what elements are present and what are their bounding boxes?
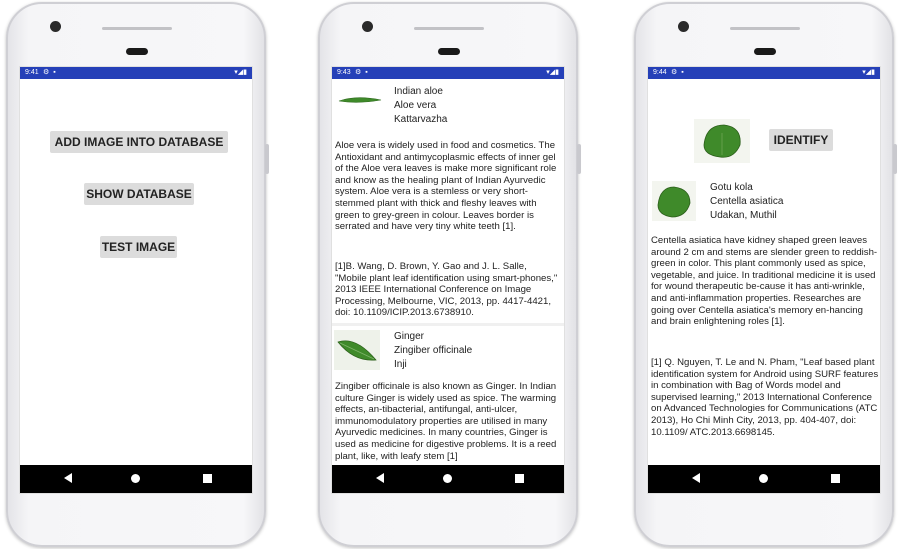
nav-bar [20,465,252,493]
power-button [577,144,581,174]
result-description: Centella asiatica have kidney shaped gre… [651,235,878,328]
earpiece-slot [102,27,172,30]
phone-frame-3: 9:44 ⚙ ▪ ▾◢▮ IDENTIFY Gotu kola Centella… [634,2,897,547]
result-scientific-name: Centella asiatica [710,196,784,207]
aloe-leaf-icon [338,97,382,103]
ginger-names: Ginger Zingiber officinale Inji [394,330,472,372]
aloe-reference: [1]B. Wang, D. Brown, Y. Gao and J. L. S… [335,261,558,319]
speaker-grille [126,48,148,55]
aloe-leaf-image [336,87,384,113]
screen-database: 9:43 ⚙ ▪ ▾◢▮ Indian aloe Aloe vera Katta… [331,66,565,494]
phone-frame-2: 9:43 ⚙ ▪ ▾◢▮ Indian aloe Aloe vera Katta… [318,2,581,547]
front-camera [50,21,61,32]
recents-icon[interactable] [203,474,212,483]
add-image-button[interactable]: ADD IMAGE INTO DATABASE [50,131,228,153]
result-reference: [1] Q. Nguyen, T. Le and N. Pham, "Leaf … [651,357,879,438]
notification-icons: ⚙ ▪ [671,69,685,76]
home-icon[interactable] [443,474,452,483]
earpiece-slot [730,27,800,30]
back-icon[interactable] [692,473,700,483]
aloe-description: Aloe vera is widely used in food and cos… [335,140,557,233]
ginger-leaf-icon [337,340,377,361]
result-common-name: Gotu kola [710,182,753,193]
aloe-names: Indian aloe Aloe vera Kattarvazha [394,85,447,127]
phone-frame-1: 9:41 ⚙ ▪ ▾◢▮ ADD IMAGE INTO DATABASE SHO… [6,2,269,547]
status-time: 9:43 [337,69,351,76]
ginger-common-name: Ginger [394,331,425,342]
back-icon[interactable] [376,473,384,483]
speaker-grille [438,48,460,55]
show-database-button[interactable]: SHOW DATABASE [84,183,194,205]
gotu-kola-leaf-icon [657,186,691,218]
screen-identify: 9:44 ⚙ ▪ ▾◢▮ IDENTIFY Gotu kola Centella… [647,66,881,494]
power-button [265,144,269,174]
signal-battery-icons: ▾◢▮ [546,69,559,76]
home-icon[interactable] [759,474,768,483]
status-bar: 9:43 ⚙ ▪ ▾◢▮ [332,67,564,79]
identify-button[interactable]: IDENTIFY [769,129,833,151]
plant-card-ginger[interactable]: Ginger Zingiber officinale Inji Zingiber… [332,326,564,467]
front-camera [678,21,689,32]
aloe-scientific-name: Aloe vera [394,100,437,111]
recents-icon[interactable] [515,474,524,483]
status-time: 9:44 [653,69,667,76]
nav-bar [648,465,880,493]
ginger-leaf-image [334,330,380,370]
notification-icons: ⚙ ▪ [43,69,57,76]
speaker-grille [754,48,776,55]
home-icon[interactable] [131,474,140,483]
ginger-description: Zingiber officinale is also known as Gin… [335,381,557,462]
ginger-scientific-name: Zingiber officinale [394,345,473,356]
status-time: 9:41 [25,69,39,76]
test-image-preview[interactable] [694,119,750,163]
status-bar: 9:41 ⚙ ▪ ▾◢▮ [20,67,252,79]
front-camera [362,21,373,32]
result-local-name: Udakan, Muthil [710,210,777,221]
recents-icon[interactable] [831,474,840,483]
aloe-local-name: Kattarvazha [394,114,448,125]
nav-bar [332,465,564,493]
test-image-button[interactable]: TEST IMAGE [100,236,177,258]
aloe-common-name: Indian aloe [394,86,443,97]
plant-card-aloe[interactable]: Indian aloe Aloe vera Kattarvazha Aloe v… [332,79,564,325]
result-leaf-image [652,181,696,221]
ginger-local-name: Inji [394,359,407,370]
notification-icons: ⚙ ▪ [355,69,369,76]
signal-battery-icons: ▾◢▮ [234,69,247,76]
signal-battery-icons: ▾◢▮ [862,69,875,76]
screen-home: 9:41 ⚙ ▪ ▾◢▮ ADD IMAGE INTO DATABASE SHO… [19,66,253,494]
gotu-kola-leaf-icon [703,124,741,158]
power-button [893,144,897,174]
back-icon[interactable] [64,473,72,483]
status-bar: 9:44 ⚙ ▪ ▾◢▮ [648,67,880,79]
earpiece-slot [414,27,484,30]
result-names: Gotu kola Centella asiatica Udakan, Muth… [710,181,783,223]
